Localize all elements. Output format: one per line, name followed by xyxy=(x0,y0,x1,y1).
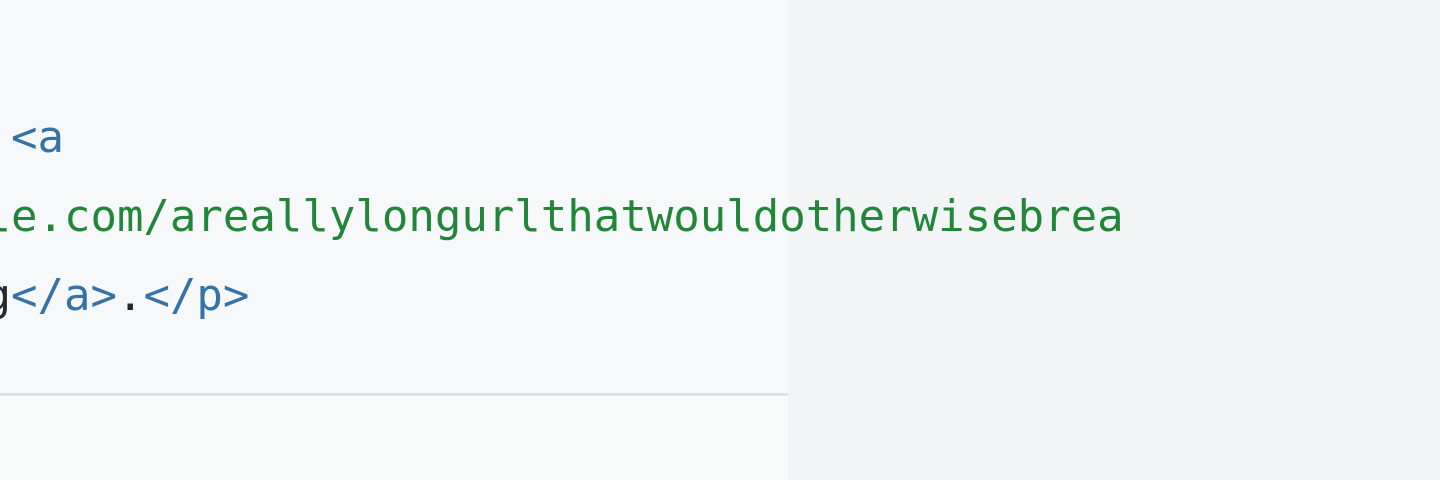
code-token-link-text: ng xyxy=(0,270,11,321)
code-token-close-p-tag: </p> xyxy=(143,270,250,321)
code-line-1: <a xyxy=(0,98,1124,177)
code-token-open-a-tag: <a xyxy=(10,112,64,163)
code-token-close-a-tag: </a> xyxy=(10,270,117,321)
code-panel-divider xyxy=(0,393,788,396)
code-token-url-string: ple.com/areallylongurlthatwouldotherwise… xyxy=(0,191,1124,242)
code-token-period: . xyxy=(116,270,144,321)
code-line-3: ng</a>.</p> xyxy=(0,256,1124,335)
code-line-2: ple.com/areallylongurlthatwouldotherwise… xyxy=(0,177,1124,256)
code-panel-footer xyxy=(0,396,788,480)
code-block: <a ple.com/areallylongurlthatwouldotherwi… xyxy=(0,98,1124,335)
code-preview-screen: <a ple.com/areallylongurlthatwouldotherwi… xyxy=(0,0,1440,480)
